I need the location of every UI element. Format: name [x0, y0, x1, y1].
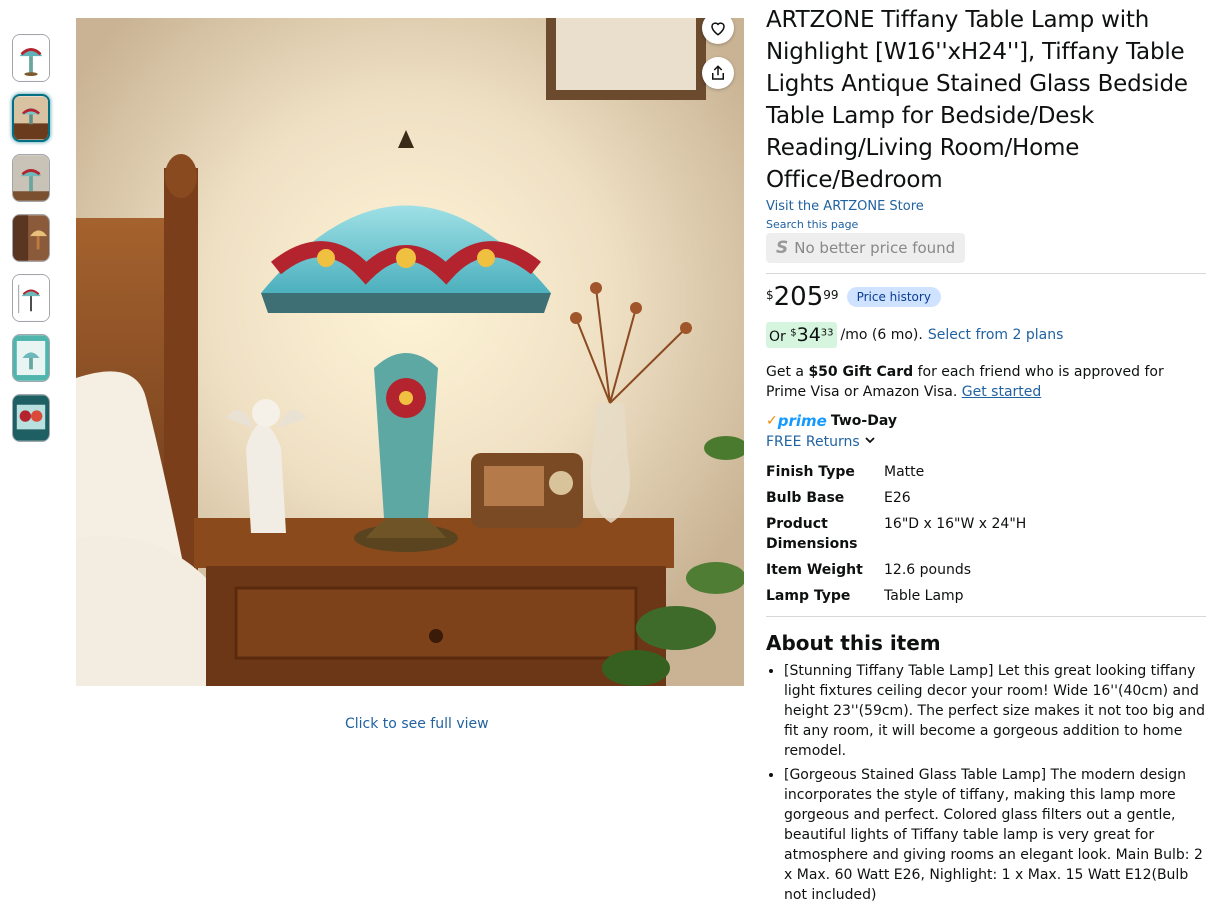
- spec-row: Lamp Type Table Lamp: [766, 588, 964, 604]
- spec-row: Bulb Base E26: [766, 490, 911, 506]
- thumbnail-5[interactable]: [12, 274, 50, 322]
- search-page-link[interactable]: Search this page: [766, 218, 1206, 231]
- check-icon: ✓: [766, 413, 778, 429]
- list-item: [Gorgeous Stained Glass Table Lamp] The …: [784, 765, 1206, 905]
- free-returns-toggle[interactable]: FREE Returns: [766, 434, 1206, 450]
- price-row: $20599 Price history: [766, 284, 1206, 310]
- divider: [766, 616, 1206, 617]
- price-history-button[interactable]: Price history: [846, 287, 941, 307]
- spec-row: Finish Type Matte: [766, 464, 925, 480]
- main-product-image[interactable]: [76, 18, 744, 686]
- about-bullets: [Stunning Tiffany Table Lamp] Let this g…: [766, 661, 1206, 905]
- share-icon: [709, 64, 727, 82]
- thumbnail-6[interactable]: [12, 334, 50, 382]
- spec-row: Item Weight 12.6 pounds: [766, 562, 972, 578]
- gift-card-offer: Get a $50 Gift Card for each friend who …: [766, 364, 1164, 400]
- price: $20599: [766, 282, 839, 312]
- s-logo-icon: S: [776, 238, 789, 258]
- heart-icon: [709, 19, 727, 37]
- about-heading: About this item: [766, 631, 941, 655]
- get-started-link[interactable]: Get started: [962, 384, 1042, 400]
- thumbnail-4[interactable]: [12, 214, 50, 262]
- product-title: ARTZONE Tiffany Table Lamp with Nighligh…: [766, 7, 1188, 193]
- prime-badge: ✓ prime Two-Day: [766, 412, 1206, 430]
- prime-logo: prime: [777, 412, 827, 430]
- product-details: ARTZONE Tiffany Table Lamp with Nighligh…: [766, 4, 1206, 909]
- chevron-down-icon: [864, 434, 876, 450]
- no-better-price-text: No better price found: [794, 239, 956, 257]
- no-better-price-badge: S No better price found: [766, 233, 966, 263]
- thumbnail-2[interactable]: [12, 94, 50, 142]
- prime-delivery: Two-Day: [830, 413, 897, 429]
- thumbnail-7[interactable]: [12, 394, 50, 442]
- select-plans-link[interactable]: Select from 2 plans: [928, 327, 1064, 343]
- spec-table: Finish Type Matte Bulb Base E26 Product Di…: [766, 462, 1206, 606]
- share-button[interactable]: [702, 57, 734, 89]
- divider: [766, 273, 1206, 274]
- monthly-price: Or $3433: [766, 322, 837, 348]
- full-view-link[interactable]: Click to see full view: [345, 716, 489, 732]
- thumbnail-1[interactable]: [12, 34, 50, 82]
- spec-row: Product Dimensions 16"D x 16"W x 24"H: [766, 516, 1027, 552]
- thumbnail-3[interactable]: [12, 154, 50, 202]
- store-link[interactable]: Visit the ARTZONE Store: [766, 199, 1206, 214]
- monthly-suffix: /mo (6 mo).: [840, 327, 923, 343]
- monthly-payment: Or $3433 /mo (6 mo). Select from 2 plans: [766, 322, 1206, 348]
- list-item: [Stunning Tiffany Table Lamp] Let this g…: [784, 661, 1206, 761]
- thumbnail-strip: [12, 34, 52, 454]
